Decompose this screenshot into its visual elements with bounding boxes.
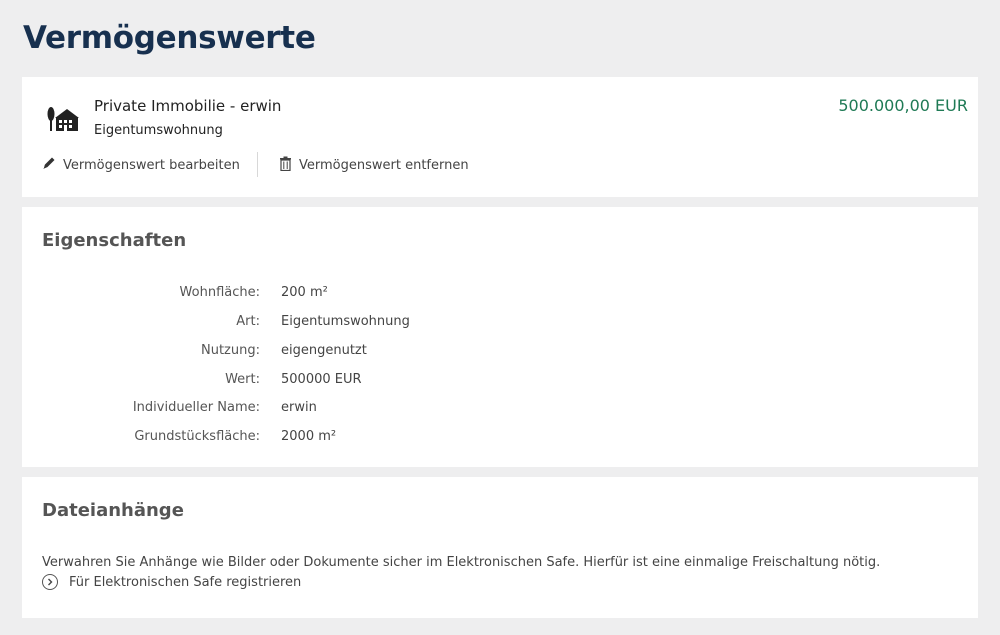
property-value: eigengenutzt <box>281 343 367 358</box>
register-safe-link[interactable]: Für Elektronischen Safe registrieren <box>42 574 301 590</box>
properties-heading: Eigenschaften <box>42 230 187 251</box>
attachments-heading: Dateianhänge <box>42 500 184 521</box>
property-row: Nutzung: eigengenutzt <box>22 343 622 363</box>
asset-name: Private Immobilie - erwin <box>94 97 282 115</box>
chevron-right-circle-icon <box>42 574 58 590</box>
page-title: Vermögenswerte <box>23 20 316 56</box>
property-value: 2000 m² <box>281 429 337 444</box>
property-label: Individueller Name: <box>132 400 260 415</box>
edit-asset-label: Vermögenswert bearbeiten <box>63 157 240 173</box>
property-value: erwin <box>281 400 317 415</box>
property-label: Nutzung: <box>201 343 260 358</box>
property-value: 500000 EUR <box>281 372 362 387</box>
pencil-icon <box>42 156 56 174</box>
property-label: Art: <box>236 314 260 329</box>
trash-icon <box>279 156 292 175</box>
property-value: 200 m² <box>281 285 328 300</box>
property-row: Grundstücksfläche: 2000 m² <box>22 429 622 449</box>
property-row: Art: Eigentumswohnung <box>22 314 622 334</box>
remove-asset-label: Vermögenswert entfernen <box>299 158 469 173</box>
edit-asset-button[interactable]: Vermögenswert bearbeiten <box>42 156 240 174</box>
property-row: Wohnfläche: 200 m² <box>22 285 622 305</box>
asset-card: Private Immobilie - erwin Eigentumswohnu… <box>22 77 978 197</box>
property-row: Individueller Name: erwin <box>22 400 622 420</box>
remove-asset-button[interactable]: Vermögenswert entfernen <box>279 156 469 175</box>
properties-card: Eigenschaften Wohnfläche: 200 m² Art: Ei… <box>22 207 978 467</box>
asset-value: 500.000,00 EUR <box>838 96 968 115</box>
attachments-card: Dateianhänge Verwahren Sie Anhänge wie B… <box>22 477 978 618</box>
asset-type: Eigentumswohnung <box>94 123 223 138</box>
register-safe-label: Für Elektronischen Safe registrieren <box>69 574 302 590</box>
property-value: Eigentumswohnung <box>281 314 410 329</box>
attachments-description: Verwahren Sie Anhänge wie Bilder oder Do… <box>42 555 881 570</box>
action-divider <box>257 152 258 177</box>
property-label: Wert: <box>225 372 260 387</box>
property-row: Wert: 500000 EUR <box>22 372 622 392</box>
house-with-tree-icon <box>46 105 80 133</box>
property-label: Wohnfläche: <box>179 285 260 300</box>
property-label: Grundstücksfläche: <box>134 429 260 444</box>
